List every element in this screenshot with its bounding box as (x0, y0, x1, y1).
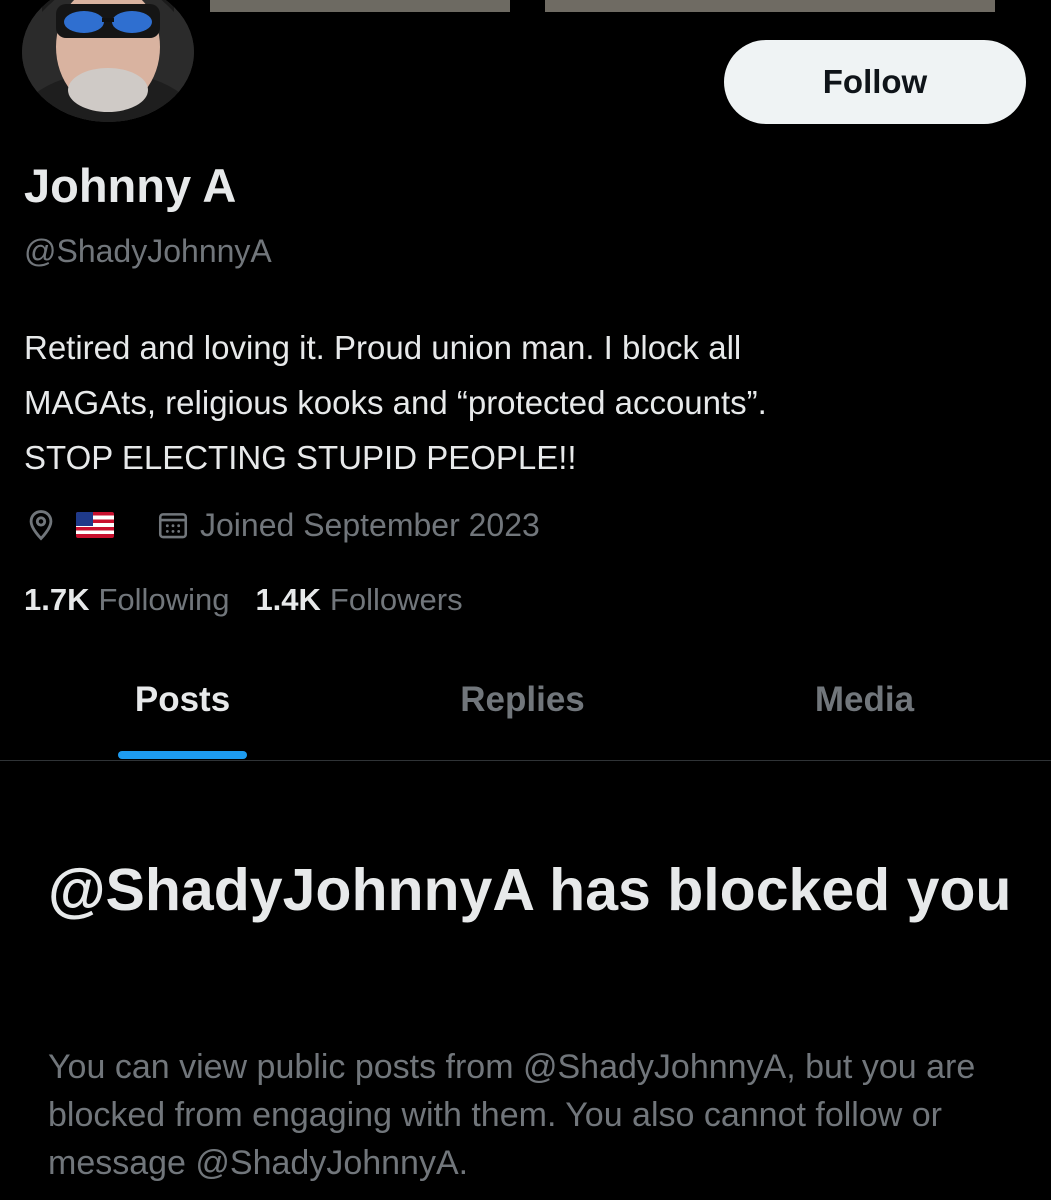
blocked-notice-description: You can view public posts from @ShadyJoh… (48, 1048, 976, 1182)
banner-image-strip (545, 0, 995, 12)
blocked-notice-title: @ShadyJohnnyA has blocked you (48, 857, 1012, 923)
avatar-photo (22, 0, 194, 122)
bio-line: STOP ELECTING STUPID PEOPLE!! (24, 439, 577, 476)
profile-stats: 1.7K Following 1.4K Followers (24, 578, 463, 622)
profile-bio: Retired and loving it. Proud union man. … (24, 320, 1024, 485)
location-pin-icon (29, 510, 53, 541)
followers-count: 1.4K (255, 582, 321, 617)
bio-line: MAGAts, religious kooks and “protected a… (24, 384, 767, 421)
following-count: 1.7K (24, 582, 90, 617)
tab-replies[interactable]: Replies (380, 660, 665, 760)
following-link[interactable]: 1.7K Following (24, 582, 229, 618)
tab-media[interactable]: Media (722, 660, 1007, 760)
bio-line: Retired and loving it. Proud union man. … (24, 329, 742, 366)
tab-posts[interactable]: Posts (40, 660, 325, 760)
profile-display-name: Johnny A (24, 159, 237, 212)
followers-label: Followers (329, 582, 463, 617)
following-label: Following (98, 582, 230, 617)
follow-button[interactable]: Follow (724, 40, 1026, 124)
calendar-icon (158, 513, 188, 539)
active-tab-indicator (118, 751, 247, 759)
avatar[interactable] (22, 0, 194, 122)
profile-handle: @ShadyJohnnyA (24, 233, 272, 269)
followers-link[interactable]: 1.4K Followers (255, 582, 462, 618)
profile-tabs: Posts Replies Media (0, 660, 1051, 761)
join-date: Joined September 2023 (156, 507, 540, 544)
banner-image-strip (210, 0, 510, 12)
profile-meta: Joined September 2023 (24, 500, 540, 550)
us-flag-icon (76, 512, 114, 538)
join-date-label: Joined September 2023 (200, 506, 540, 543)
location (24, 508, 114, 542)
